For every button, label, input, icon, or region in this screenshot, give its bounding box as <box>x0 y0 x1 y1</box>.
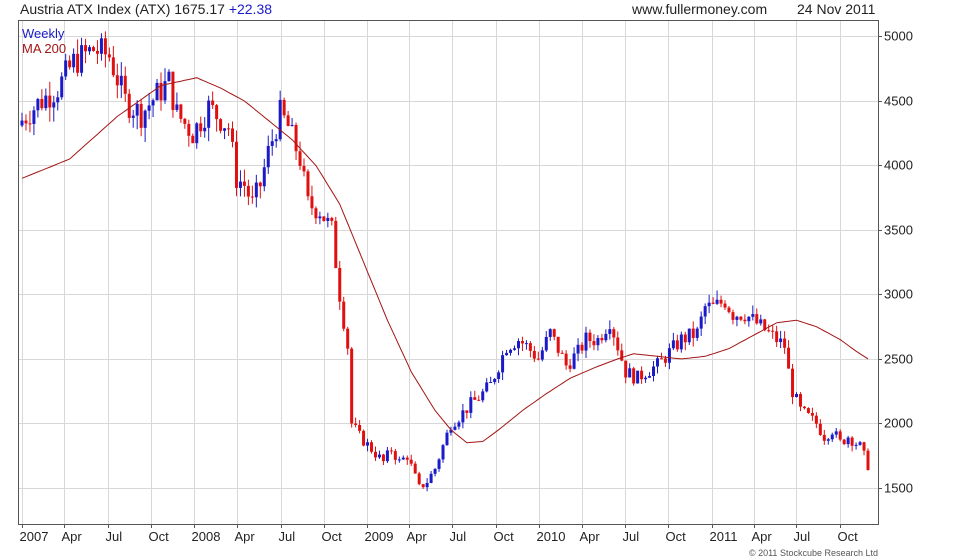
candle <box>866 448 870 471</box>
candle <box>806 407 810 414</box>
x-tick-label: 2008 <box>192 529 221 544</box>
x-tick-label: Jul <box>794 529 811 544</box>
legend-entry: MA 200 <box>22 41 66 56</box>
copyright-note: © 2011 Stockcube Research Ltd <box>748 548 878 558</box>
candle <box>632 366 636 386</box>
x-tick-label: Jul <box>450 529 467 544</box>
y-tick-label: 2000 <box>884 416 913 431</box>
x-tick-label: 2010 <box>537 529 566 544</box>
x-tick-label: Apr <box>752 529 773 544</box>
y-tick-label: 3500 <box>884 223 913 238</box>
x-tick-label: 2009 <box>365 529 394 544</box>
plot-area <box>18 20 879 525</box>
x-tick-label: Oct <box>322 529 343 544</box>
x-axis: 2007 Apr Jul Oct 2008 Apr Jul Oct 2009 Apr Jul Oct 2… <box>20 524 859 544</box>
price-chart: 1500 2000 2500 3000 3500 4000 4500 5000 2007 Apr… <box>18 20 913 544</box>
x-tick-label: Oct <box>838 529 859 544</box>
x-tick-label: Apr <box>235 529 256 544</box>
legend: WeeklyMA 200 <box>22 26 66 56</box>
candle <box>362 429 366 447</box>
x-tick-label: Oct <box>149 529 170 544</box>
candle <box>306 169 310 201</box>
x-tick-label: Apr <box>580 529 601 544</box>
candle <box>636 370 640 384</box>
candle <box>334 216 338 269</box>
y-tick-label: 5000 <box>884 29 913 44</box>
legend-entry: Weekly <box>22 26 65 41</box>
candle <box>282 97 286 119</box>
x-tick-label: Jul <box>623 529 640 544</box>
y-tick-label: 3000 <box>884 287 913 302</box>
x-tick-label: Jul <box>106 529 123 544</box>
x-tick-label: 2011 <box>710 529 738 544</box>
candle <box>417 471 421 486</box>
candle <box>342 296 346 332</box>
x-tick-label: Apr <box>62 529 83 544</box>
x-tick-label: 2007 <box>20 529 49 544</box>
y-tick-label: 4500 <box>884 94 913 109</box>
y-tick-label: 4000 <box>884 158 913 173</box>
candle <box>322 216 326 222</box>
y-tick-label: 2500 <box>884 352 913 367</box>
y-tick-label: 1500 <box>884 481 913 496</box>
x-tick-label: Apr <box>407 529 428 544</box>
candle <box>350 347 354 428</box>
x-tick-label: Jul <box>279 529 296 544</box>
x-tick-label: Oct <box>666 529 687 544</box>
x-tick-label: Oct <box>494 529 515 544</box>
y-axis: 1500 2000 2500 3000 3500 4000 4500 5000 <box>878 29 913 496</box>
